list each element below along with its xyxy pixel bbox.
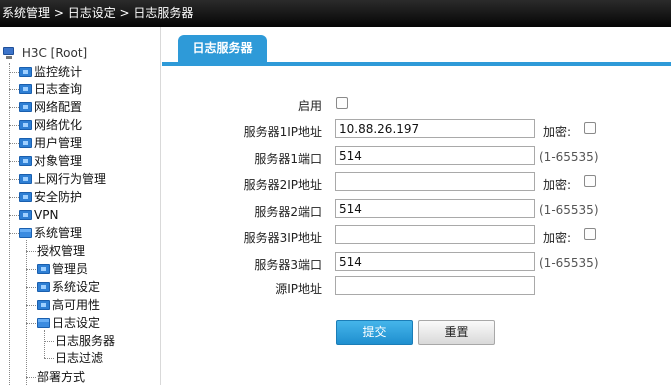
enable-label: 启用: [297, 99, 322, 113]
folder-icon: [19, 84, 32, 94]
server2-encrypt-checkbox[interactable]: [584, 175, 596, 187]
server2-port-label: 服务器2端口: [254, 205, 322, 219]
sidebar-item-deployment[interactable]: 部署方式: [37, 369, 85, 385]
server1-ip-input[interactable]: [335, 119, 535, 138]
sidebar-item-label: 高可用性: [52, 298, 101, 312]
sidebar-item-label: 管理员: [52, 262, 89, 276]
breadcrumb-separator: >: [115, 6, 134, 20]
source-ip-label: 源IP地址: [275, 282, 322, 296]
folder-icon: [19, 102, 32, 112]
source-ip-input[interactable]: [335, 276, 535, 295]
sidebar-item-admin[interactable]: 管理员: [37, 261, 88, 278]
sidebar-item-label: 系统管理: [34, 226, 83, 240]
tree-line: [9, 63, 10, 385]
computer-icon: [2, 46, 16, 60]
sidebar-item-user-management[interactable]: 用户管理: [19, 135, 82, 152]
tab-log-server[interactable]: 日志服务器: [178, 35, 267, 62]
reset-button[interactable]: 重置: [418, 320, 495, 345]
server1-encrypt-label: 加密:: [543, 125, 572, 139]
server2-ip-input[interactable]: [335, 172, 535, 191]
sidebar-item-label: 对象管理: [34, 154, 83, 168]
server3-ip-label: 服务器3IP地址: [243, 231, 322, 245]
sidebar-item-security[interactable]: 安全防护: [19, 189, 82, 206]
folder-icon: [19, 138, 32, 148]
sidebar-item-label: 日志过滤: [55, 351, 104, 365]
sidebar-item-label: 部署方式: [37, 370, 86, 384]
sidebar-item-license[interactable]: 授权管理: [37, 243, 85, 260]
server3-port-label: 服务器3端口: [254, 258, 322, 272]
sidebar-item-monitoring[interactable]: 监控统计: [19, 64, 82, 81]
folder-icon: [19, 156, 32, 166]
breadcrumb-separator: >: [50, 6, 68, 20]
folder-icon: [37, 282, 50, 292]
sidebar-item-label: 日志查询: [34, 82, 83, 96]
breadcrumb-log-server: 日志服务器: [133, 6, 194, 20]
sidebar-item-label: 系统设定: [52, 280, 101, 294]
server3-port-input[interactable]: [335, 252, 535, 271]
breadcrumb-system-management[interactable]: 系统管理: [2, 0, 50, 27]
folder-icon: [19, 120, 32, 130]
sidebar-item-object-management[interactable]: 对象管理: [19, 153, 82, 170]
main-content: 日志服务器 启用 服务器1IP地址 加密: 服务器1端口 (1-65535) 服…: [162, 27, 671, 385]
server2-ip-label: 服务器2IP地址: [243, 178, 322, 192]
folder-icon: [19, 174, 32, 184]
tree-root[interactable]: H3C [Root]: [2, 45, 87, 61]
sidebar-item-label: 授权管理: [37, 244, 86, 258]
sidebar-item-label: 监控统计: [34, 65, 83, 79]
folder-icon: [37, 264, 50, 274]
enable-checkbox[interactable]: [336, 97, 348, 109]
sidebar-item-label: VPN: [34, 208, 59, 222]
sidebar-item-network-config[interactable]: 网络配置: [19, 99, 82, 116]
sidebar-item-label: 安全防护: [34, 190, 83, 204]
breadcrumb: 系统管理 > 日志设定 > 日志服务器: [0, 0, 671, 27]
server1-port-range: (1-65535): [539, 150, 599, 164]
server3-ip-input[interactable]: [335, 225, 535, 244]
sidebar-item-web-behavior[interactable]: 上网行为管理: [19, 171, 106, 188]
folder-open-icon: [19, 228, 32, 238]
sidebar-item-label: 网络优化: [34, 118, 83, 132]
server2-port-input[interactable]: [335, 199, 535, 218]
sidebar-tree: H3C [Root] 监控统计 日志查询 网络配置 网络优化 用户管理 对象管理…: [0, 27, 161, 385]
server1-port-label: 服务器1端口: [254, 152, 322, 166]
sidebar-item-label: 网络配置: [34, 100, 83, 114]
server3-encrypt-checkbox[interactable]: [584, 228, 596, 240]
sidebar-item-network-optimize[interactable]: 网络优化: [19, 117, 82, 134]
server1-ip-label: 服务器1IP地址: [243, 125, 322, 139]
submit-button[interactable]: 提交: [336, 320, 413, 345]
server3-encrypt-label: 加密:: [543, 231, 572, 245]
folder-icon: [19, 192, 32, 202]
tree-root-label: H3C [Root]: [21, 46, 88, 60]
folder-icon: [19, 210, 32, 220]
sidebar-item-log-settings[interactable]: 日志设定: [37, 315, 100, 332]
server1-port-input[interactable]: [335, 146, 535, 165]
server2-port-range: (1-65535): [539, 203, 599, 217]
sidebar-item-log-server[interactable]: 日志服务器: [55, 333, 115, 350]
folder-open-icon: [37, 318, 50, 328]
sidebar-item-vpn[interactable]: VPN: [19, 207, 58, 224]
sidebar-item-system-management[interactable]: 系统管理: [19, 225, 82, 242]
folder-icon: [37, 300, 50, 310]
folder-icon: [19, 67, 32, 77]
breadcrumb-log-settings[interactable]: 日志设定: [68, 0, 116, 27]
sidebar-item-high-availability[interactable]: 高可用性: [37, 297, 100, 314]
sidebar-item-label: 日志服务器: [55, 334, 116, 348]
sidebar-item-log-query[interactable]: 日志查询: [19, 81, 82, 98]
sidebar-item-log-filter[interactable]: 日志过滤: [55, 350, 103, 367]
server2-encrypt-label: 加密:: [543, 178, 572, 192]
sidebar-item-label: 用户管理: [34, 136, 83, 150]
server3-port-range: (1-65535): [539, 256, 599, 270]
sidebar-item-label: 日志设定: [52, 316, 101, 330]
server1-encrypt-checkbox[interactable]: [584, 122, 596, 134]
sidebar-item-system-settings[interactable]: 系统设定: [37, 279, 100, 296]
tab-bar: 日志服务器: [162, 27, 671, 66]
sidebar-item-label: 上网行为管理: [34, 172, 107, 186]
